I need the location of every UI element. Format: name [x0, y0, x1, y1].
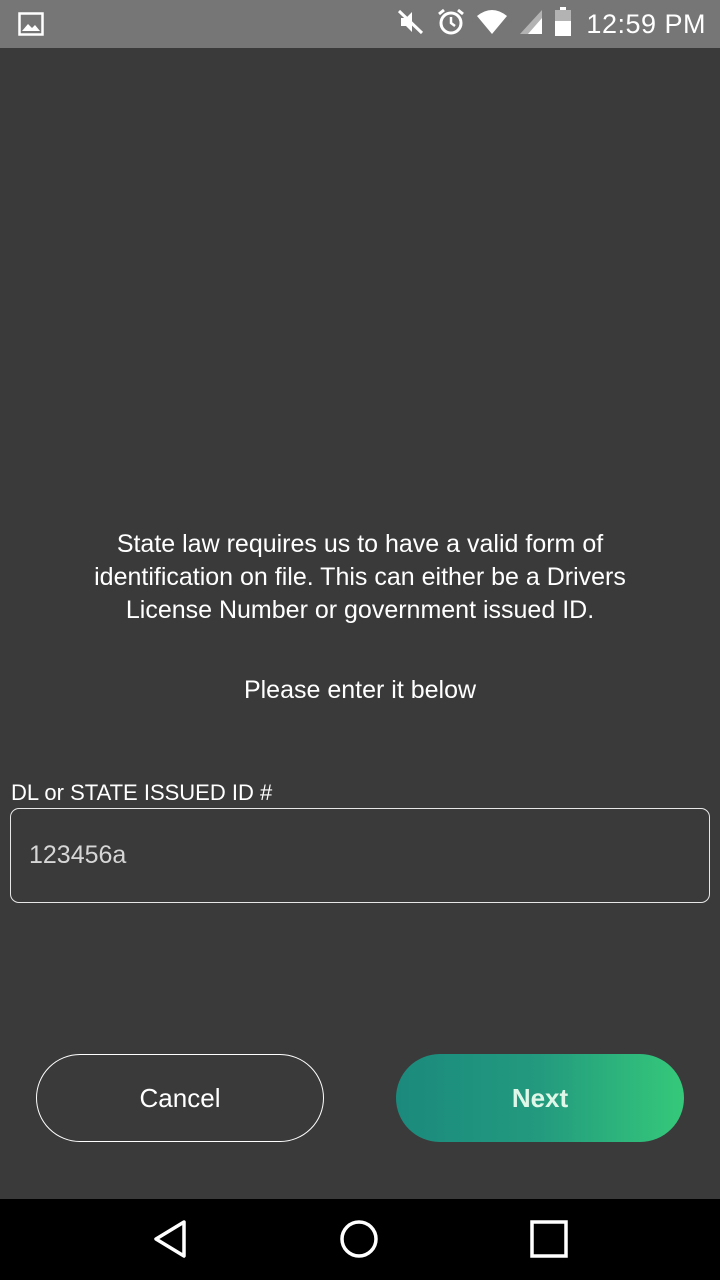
- signal-icon: [518, 8, 544, 41]
- muted-icon: [396, 7, 426, 42]
- status-bar: 12:59 PM: [0, 0, 720, 48]
- recents-icon[interactable]: [529, 1219, 569, 1259]
- id-entry-screen: State law requires us to have a valid fo…: [0, 48, 720, 1199]
- battery-icon: [554, 6, 572, 42]
- navigation-bar: [0, 1199, 720, 1280]
- image-icon: [18, 12, 44, 41]
- prompt-text: Please enter it below: [243, 676, 477, 704]
- cancel-button[interactable]: Cancel: [36, 1054, 324, 1142]
- status-time: 12:59 PM: [586, 8, 706, 39]
- back-icon[interactable]: [150, 1219, 190, 1259]
- home-icon[interactable]: [339, 1219, 379, 1259]
- next-button[interactable]: Next: [396, 1054, 684, 1142]
- intro-text: State law requires us to have a valid fo…: [94, 530, 626, 624]
- id-field-container[interactable]: [10, 808, 710, 903]
- id-number-input[interactable]: [29, 809, 689, 901]
- wifi-icon: [476, 8, 508, 41]
- id-field-label: DL or STATE ISSUED ID #: [11, 780, 273, 805]
- alarm-icon: [436, 7, 466, 42]
